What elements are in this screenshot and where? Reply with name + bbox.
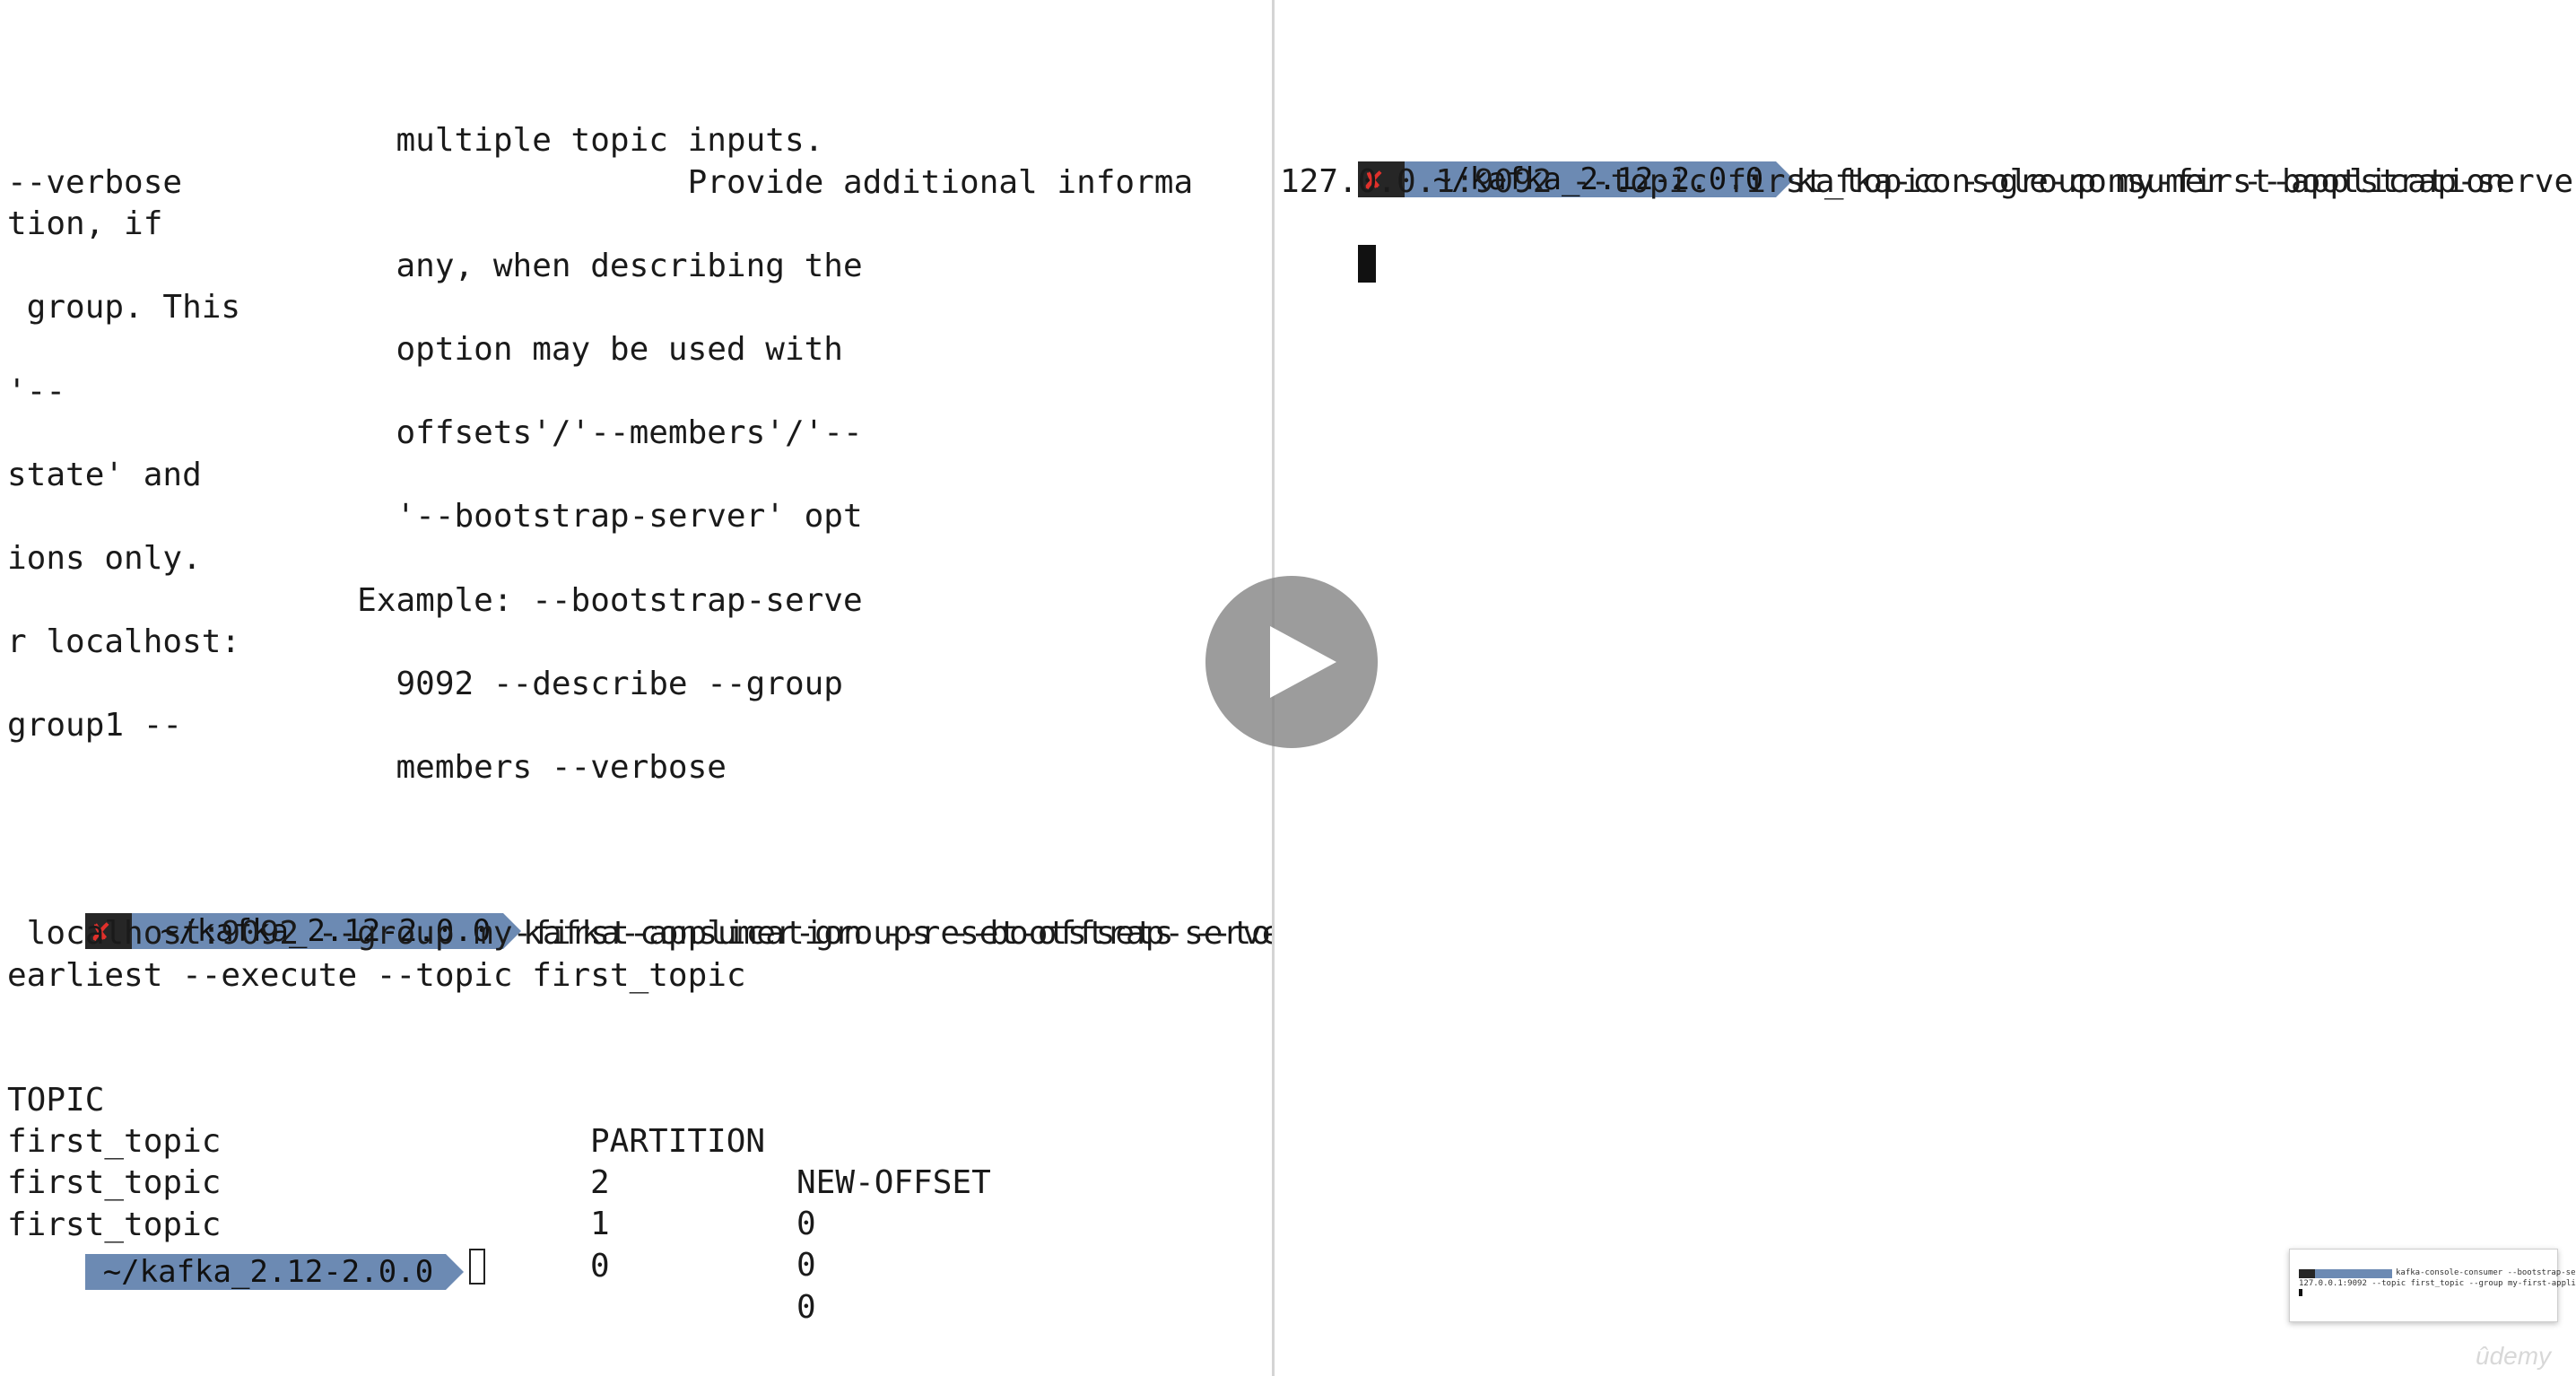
terminal-pane-left[interactable]: multiple topic inputs. --verbose Provide … — [0, 0, 1272, 1376]
path-segment: ~/kafka_2.12-2.0.0 — [84, 1254, 465, 1290]
help-line: offsets'/'--members'/'-- — [7, 413, 1265, 454]
help-line: Example: --bootstrap-serve — [7, 580, 1265, 622]
table-header-row: TOPIC PARTITION NEW-OFFSET — [7, 1039, 1265, 1201]
command-continuation: earliest --execute --topic first_topic — [7, 957, 746, 994]
help-line: --verbose Provide additional informa — [7, 162, 1265, 204]
help-line: '--bootstrap-server' opt — [7, 496, 1265, 537]
help-line-text: tion, if — [7, 205, 163, 243]
help-line-text: '-- — [7, 372, 66, 410]
help-line: any, when describing the — [7, 246, 1265, 287]
help-line-text: any, when describing the — [7, 247, 863, 284]
table-row: first_topic 0 0 — [7, 1163, 1265, 1326]
mini-cursor — [2299, 1289, 2302, 1296]
help-line-text: r localhost: — [7, 623, 241, 661]
terminal-pane-right[interactable]: ✘ ~/kafka_2.12-2.0.0 kafka-console-consume… — [1275, 0, 2576, 1376]
help-line-text: offsets'/'--members'/'-- — [7, 414, 863, 452]
command-continuation: 127.0.0.1:9092 --topic first_topic --gro… — [1280, 163, 2505, 200]
help-line-text: option may be used with — [7, 331, 843, 368]
help-line-text: multiple topic inputs. — [7, 122, 824, 159]
video-preview-thumbnail[interactable]: kafka-console-consumer --bootstrap-serve… — [2289, 1249, 2576, 1322]
play-icon — [1270, 626, 1336, 698]
help-line-text: ions only. — [7, 540, 202, 577]
help-line: r localhost: — [7, 622, 1265, 663]
final-prompt-line[interactable]: ~/kafka_2.12-2.0.0 — [7, 1205, 1265, 1290]
help-line-text: '--bootstrap-server' opt — [7, 498, 863, 536]
mini-command-line: kafka-console-consumer --bootstrap-serve… — [2396, 1268, 2576, 1277]
prompt-line: ✘ ~/kafka_2.12-2.0.0 kafka-console-consume… — [1280, 120, 2576, 200]
command-continuation: localhost:9092 --group my-first-applicat… — [7, 915, 1272, 952]
table-row: first_topic 1 0 — [7, 1121, 1265, 1284]
help-line-text: group1 -- — [7, 707, 183, 745]
help-line-text: 9092 --describe --group — [7, 665, 843, 702]
help-line: state' and — [7, 455, 1265, 496]
mini-error-segment — [2299, 1269, 2315, 1278]
help-line: group1 -- — [7, 705, 1265, 746]
help-line-text: group. This — [7, 289, 241, 327]
help-line: group. This — [7, 287, 1265, 328]
help-line: members --verbose — [7, 747, 1265, 788]
help-line: option may be used with — [7, 329, 1265, 370]
play-button[interactable] — [1205, 576, 1378, 748]
prompt-line: ✘ ~/kafka_2.12-2.0.0 kafka-consumer-groups… — [7, 872, 1272, 952]
help-line: multiple topic inputs. — [7, 120, 1265, 161]
table-row: first_topic 2 0 — [7, 1080, 1265, 1242]
terminal-cursor — [469, 1249, 486, 1285]
help-line-text: members --verbose — [7, 749, 727, 786]
mini-command-line: 127.0.0.1:9092 --topic first_topic --gro… — [2299, 1279, 2576, 1288]
help-line: ions only. — [7, 538, 1265, 579]
help-line-text: --verbose — [7, 163, 688, 201]
udemy-watermark: ûdemy — [2476, 1342, 2552, 1370]
cell-offset: 0 — [796, 1289, 816, 1326]
cell-offset: 0 — [796, 1247, 816, 1284]
help-line-text: state' and — [7, 456, 202, 493]
help-line: 9092 --describe --group — [7, 664, 1265, 705]
terminal-cursor — [1357, 245, 1376, 283]
cell-partition: 0 — [590, 1248, 610, 1285]
help-line-text: Provide additional informa — [687, 163, 1194, 201]
help-line: tion, if — [7, 204, 1265, 245]
powerline-prompt: ~/kafka_2.12-2.0.0 — [84, 1254, 465, 1290]
cursor-line[interactable] — [1280, 204, 2569, 283]
help-line: '-- — [7, 371, 1265, 413]
help-line-text: Example: --bootstrap-serve — [7, 581, 863, 619]
